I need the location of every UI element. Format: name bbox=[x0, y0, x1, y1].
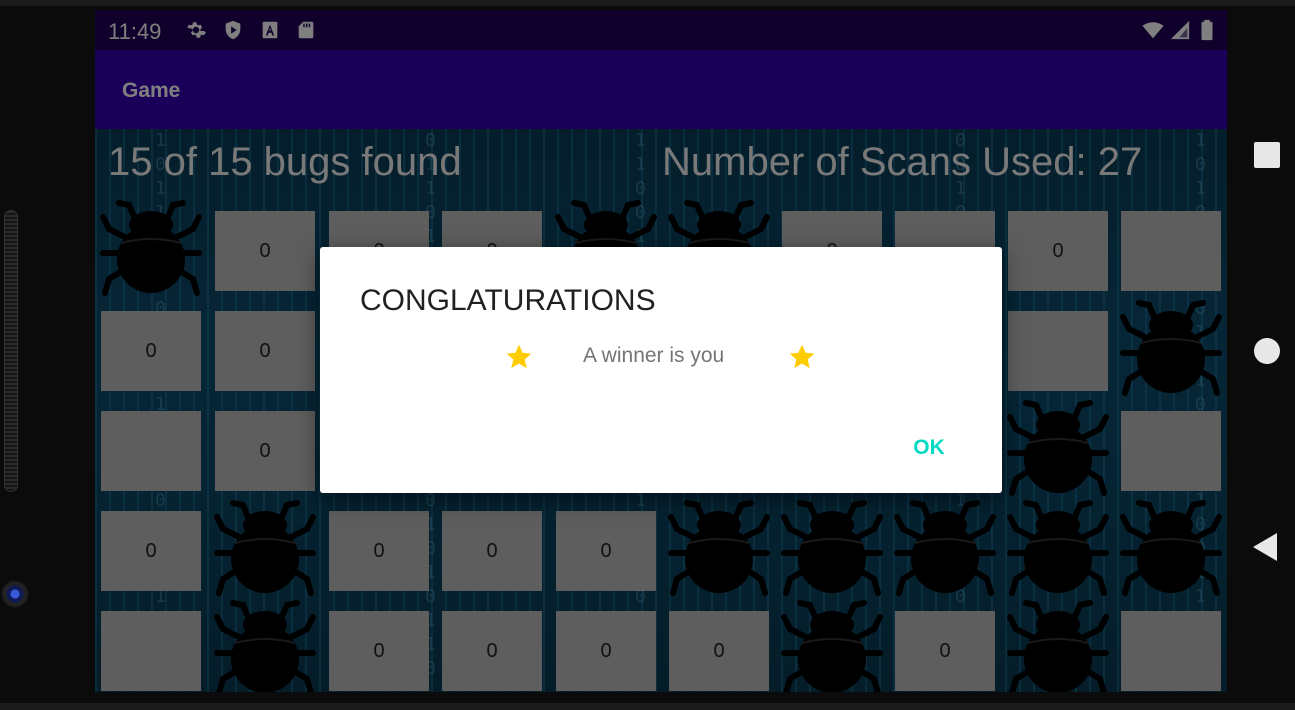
frame-top-edge bbox=[0, 0, 1295, 6]
back-button[interactable] bbox=[1253, 533, 1277, 561]
ok-button[interactable]: OK bbox=[901, 430, 957, 466]
dialog-message: A winner is you bbox=[320, 343, 1002, 373]
dialog-message-text: A winner is you bbox=[583, 344, 725, 367]
speaker-grille bbox=[4, 210, 18, 492]
star-icon bbox=[789, 344, 815, 369]
frame-bottom-edge bbox=[0, 703, 1295, 710]
win-dialog: CONGLATURATIONS A winner is you OK bbox=[320, 247, 1002, 493]
device-screen: 11:49 bbox=[95, 10, 1227, 692]
home-button[interactable] bbox=[1254, 338, 1280, 364]
front-camera bbox=[1, 580, 29, 608]
dialog-title: CONGLATURATIONS bbox=[360, 284, 656, 317]
device-frame: 11:49 bbox=[0, 0, 1295, 710]
recents-button[interactable] bbox=[1254, 142, 1280, 168]
star-icon bbox=[506, 344, 532, 369]
